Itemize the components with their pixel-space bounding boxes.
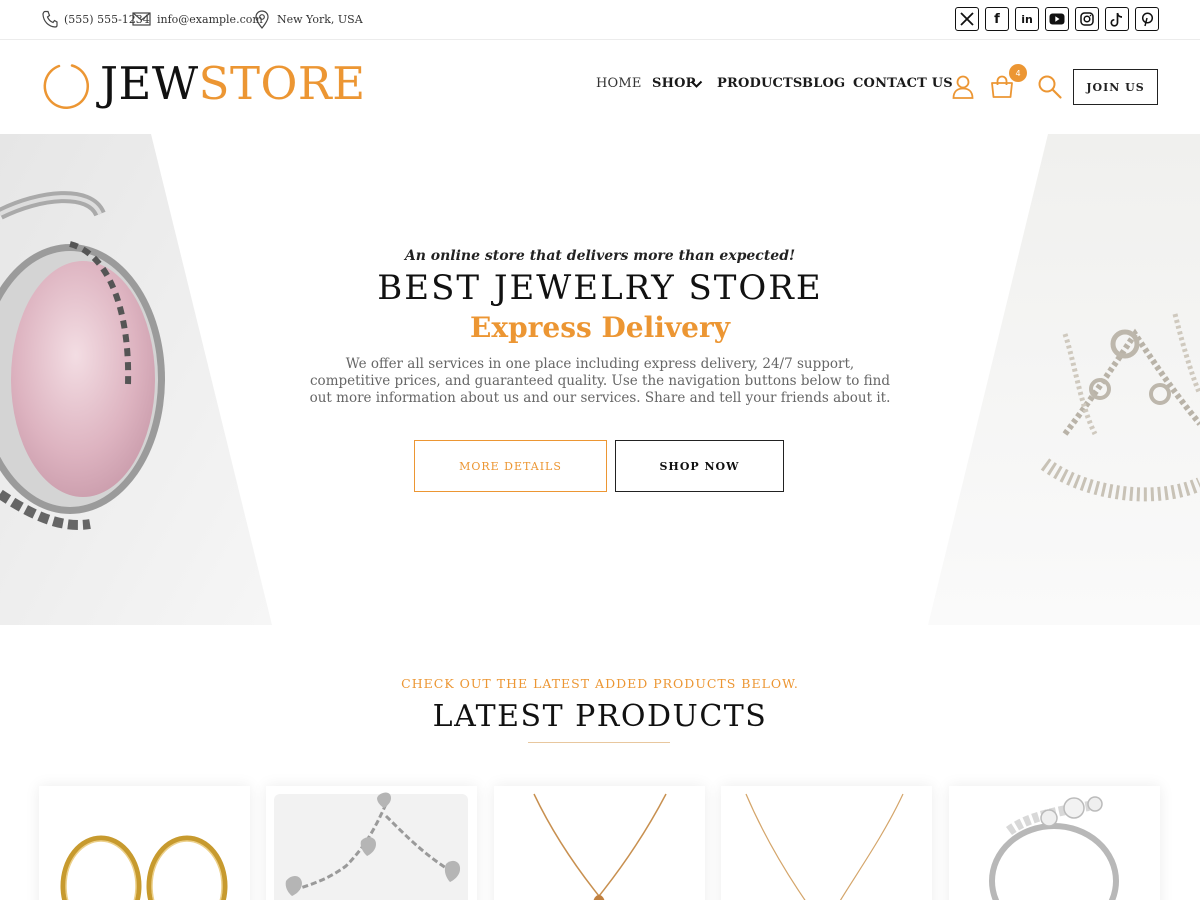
x-icon[interactable] <box>955 7 979 31</box>
hero-subtitle: Express Delivery <box>470 311 730 344</box>
logo-text-primary: JEW <box>100 57 199 110</box>
top-bar: (555) 555-1234 info@example.com New York… <box>0 0 1200 40</box>
hero-ring-image <box>0 134 272 625</box>
title-divider <box>528 742 670 743</box>
email-contact[interactable]: info@example.com <box>132 0 263 38</box>
latest-products-kicker: CHECK OUT THE LATEST ADDED PRODUCTS BELO… <box>401 676 799 691</box>
product-card[interactable] <box>266 786 477 900</box>
pinterest-icon[interactable] <box>1135 7 1159 31</box>
nav-products[interactable]: PRODUCTS <box>717 76 803 91</box>
product-card[interactable] <box>494 786 705 900</box>
youtube-icon[interactable] <box>1045 7 1069 31</box>
cart-count-badge: 4 <box>1009 64 1027 82</box>
latest-products-title: LATEST PRODUCTS <box>432 699 768 734</box>
product-card[interactable] <box>721 786 932 900</box>
user-icon[interactable] <box>952 75 974 99</box>
more-details-button[interactable]: MORE DETAILS <box>414 440 607 492</box>
nav-home[interactable]: HOME <box>596 76 642 91</box>
gold-pendant-necklace-image <box>533 793 667 900</box>
nav-blog[interactable]: BLOG <box>802 76 845 91</box>
logo-text-accent: STORE <box>198 57 366 110</box>
hero-section: An online store that delivers more than … <box>0 134 1200 625</box>
diamond-ring-image <box>989 796 1119 900</box>
join-us-button[interactable]: JOIN US <box>1073 69 1158 105</box>
chevron-down-icon[interactable] <box>690 80 703 89</box>
linkedin-icon[interactable]: in <box>1015 7 1039 31</box>
search-icon[interactable] <box>1037 74 1063 100</box>
product-card[interactable] <box>39 786 250 900</box>
location-pin-icon <box>255 9 269 29</box>
thin-chain-necklace-image <box>745 793 904 900</box>
instagram-icon[interactable] <box>1075 7 1099 31</box>
hero-description: We offer all services in one place inclu… <box>309 356 891 406</box>
product-card[interactable] <box>949 786 1160 900</box>
hero-title: BEST JEWELRY STORE <box>377 268 823 308</box>
hoop-earrings-image <box>60 835 228 900</box>
site-logo[interactable]: JEWSTORE <box>100 58 366 110</box>
location-contact[interactable]: New York, USA <box>255 0 363 38</box>
hero-tagline: An online store that delivers more than … <box>404 248 796 264</box>
envelope-icon <box>132 12 151 26</box>
phone-icon <box>42 10 58 28</box>
location-text: New York, USA <box>277 12 363 26</box>
hero-tiara-image <box>928 134 1200 625</box>
heart-bracelet-image <box>274 792 468 900</box>
nav-contact-us[interactable]: CONTACT US <box>853 76 953 91</box>
tiktok-icon[interactable] <box>1105 7 1129 31</box>
shop-now-button[interactable]: SHOP NOW <box>615 440 784 492</box>
facebook-icon[interactable]: f <box>985 7 1009 31</box>
email-text: info@example.com <box>157 12 263 26</box>
logo-ring-icon <box>43 64 89 109</box>
site-header: JEWSTORE HOME SHOP PRODUCTS BLOG CONTACT… <box>0 40 1200 134</box>
